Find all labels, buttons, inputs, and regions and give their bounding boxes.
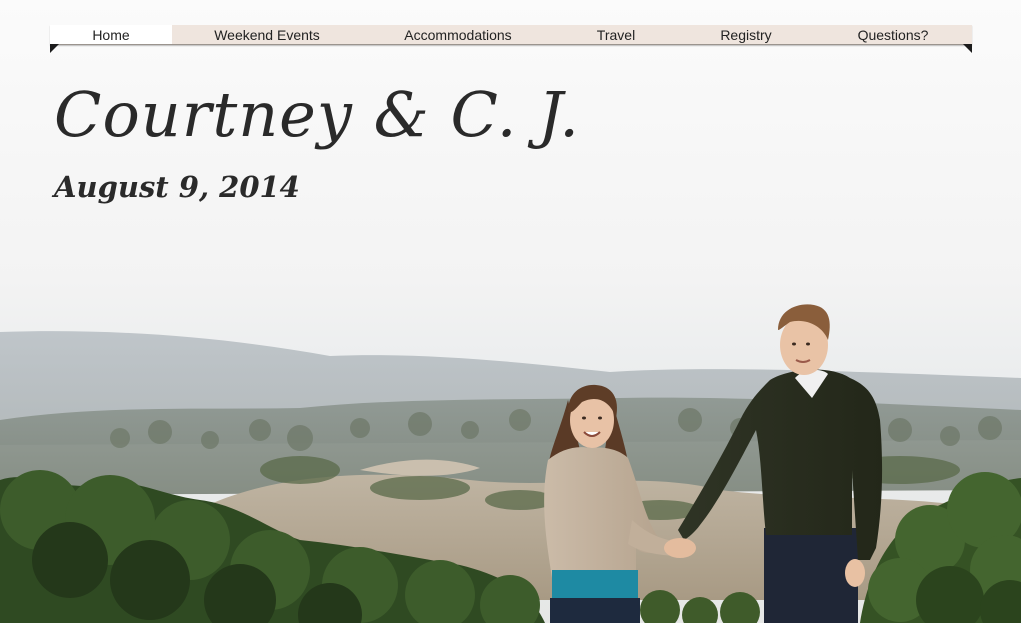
couple-names: Courtney & C. J. bbox=[54, 78, 580, 151]
ribbon-fold-left bbox=[50, 44, 59, 53]
nav-questions[interactable]: Questions? bbox=[814, 25, 972, 44]
main-nav: Home Weekend Events Accommodations Trave… bbox=[50, 25, 972, 45]
wedding-date: August 9, 2014 bbox=[54, 170, 300, 204]
ribbon-fold-right bbox=[963, 44, 972, 53]
nav-registry[interactable]: Registry bbox=[678, 25, 814, 44]
nav-home[interactable]: Home bbox=[50, 25, 172, 44]
nav-accommodations[interactable]: Accommodations bbox=[362, 25, 554, 44]
nav-weekend-events[interactable]: Weekend Events bbox=[172, 25, 362, 44]
nav-travel[interactable]: Travel bbox=[554, 25, 678, 44]
page: Home Weekend Events Accommodations Trave… bbox=[0, 0, 1021, 623]
